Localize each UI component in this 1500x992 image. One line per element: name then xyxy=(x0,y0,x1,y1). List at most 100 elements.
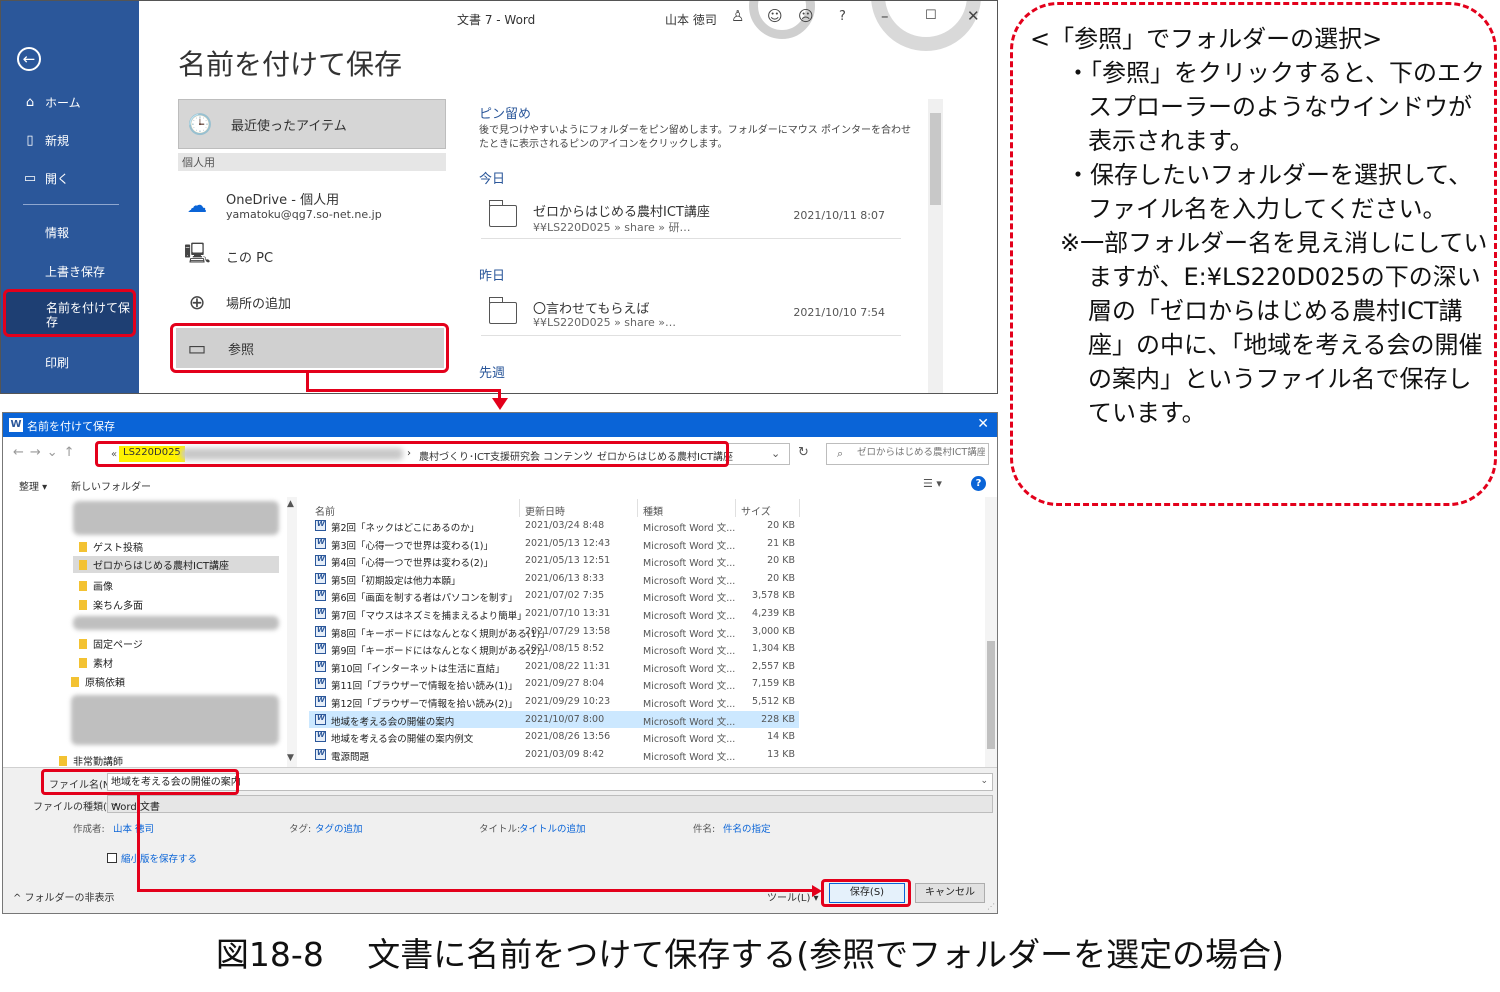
scroll-down-icon[interactable]: ▼ xyxy=(287,753,294,763)
file-list: 名前 更新日時 種類 サイズ 第2回「ネックはどこにあるのか」2021/03/2… xyxy=(309,497,989,767)
save-as-dialog: W 名前を付けて保存 ✕ ←→⌄↑ « LS220D025 › 農村づくり･IC… xyxy=(2,412,998,914)
file-row[interactable]: 第2回「ネックはどこにあるのか」2021/03/24 8:48Microsoft… xyxy=(309,517,799,535)
word-doc-icon xyxy=(315,608,326,619)
tags-value[interactable]: タグの追加 xyxy=(315,821,363,835)
file-row[interactable]: 第8回「キーボードにはなんとなく規則がある(1)」2021/07/29 13:5… xyxy=(309,623,799,641)
highlight-frame xyxy=(821,879,911,907)
file-row[interactable]: 第10回「インターネットは生活に直結」2021/08/22 11:31Micro… xyxy=(309,658,799,676)
scroll-up-icon[interactable]: ▲ xyxy=(287,499,294,509)
location-this-pc[interactable]: 🖳 この PC xyxy=(178,239,446,273)
nav-new[interactable]: ▯ 新規 xyxy=(23,132,69,149)
tree-item[interactable]: 素材 xyxy=(79,655,113,670)
word-doc-icon xyxy=(315,625,326,637)
search-box[interactable]: ⌕ xyxy=(826,443,989,465)
view-options-icon[interactable]: ☰ ▾ xyxy=(923,477,942,490)
chevron-down-icon[interactable]: ⌄ xyxy=(980,776,988,786)
maximize-icon[interactable]: ☐ xyxy=(925,8,937,23)
column-header-size[interactable]: サイズ xyxy=(741,503,771,518)
nav-print[interactable]: 印刷 xyxy=(45,354,69,371)
file-row[interactable]: 地域を考える会の開催の案内例文2021/08/26 13:56Microsoft… xyxy=(309,728,799,746)
title-value[interactable]: タイトルの追加 xyxy=(519,821,586,835)
scrollbar-thumb[interactable] xyxy=(930,113,941,205)
hide-folders-toggle[interactable]: ^ フォルダーの非表示 xyxy=(13,889,115,904)
user-name[interactable]: 山本 徳司 xyxy=(665,11,717,28)
open-folder-icon: ▭ xyxy=(23,171,37,186)
location-onedrive[interactable]: ☁ OneDrive - 個人用 yamatoku@qg7.so-net.ne.… xyxy=(178,183,446,227)
checkbox-box[interactable] xyxy=(107,853,117,863)
column-header-date[interactable]: 更新日時 xyxy=(525,503,565,518)
dialog-toolbar: 整理 ▾ 新しいフォルダー xyxy=(3,473,997,497)
scrollbar-thumb[interactable] xyxy=(987,641,995,749)
callout-note: ※一部フォルダー名を見え消しにしていますが、E:¥LS220D025の下の深い層… xyxy=(1060,229,1488,427)
tree-item[interactable]: 原稿依頼 xyxy=(71,674,125,689)
pinned-description: 後で見つけやすいようにフォルダーをピン留めします。フォルダーにマウス ポインター… xyxy=(479,125,911,150)
file-row[interactable]: 第4回「心得一つで世界は変わる(2)」2021/05/13 12:51Micro… xyxy=(309,552,799,570)
file-row[interactable]: 電源問題2021/03/09 8:42Microsoft Word 文...13… xyxy=(309,746,799,764)
search-icon: ⌕ xyxy=(837,447,844,460)
nav-open[interactable]: ▭ 開く xyxy=(23,170,69,187)
tree-scrollbar[interactable] xyxy=(287,497,297,767)
tree-item[interactable]: 画像 xyxy=(79,578,113,593)
close-icon[interactable]: ✕ xyxy=(977,416,989,432)
file-row-selected[interactable]: 地域を考える会の開催の案内2021/10/07 8:00Microsoft Wo… xyxy=(309,710,799,729)
location-recent[interactable]: 🕒 最近使ったアイテム xyxy=(178,99,446,149)
nav-save-as[interactable]: 名前を付けて保存 xyxy=(3,289,136,337)
nav-save[interactable]: 上書き保存 xyxy=(45,263,105,280)
frown-icon[interactable]: ☹ xyxy=(798,7,814,25)
file-row[interactable]: 第7回「マウスはネズミを捕まえるより簡単」2021/07/10 13:31Mic… xyxy=(309,605,799,623)
file-row[interactable]: 第11回「ブラウザーで情報を拾い読み(1)」2021/09/27 8:04Mic… xyxy=(309,675,799,693)
back-arrow-icon[interactable]: ← xyxy=(17,47,41,71)
filename-field[interactable]: ⌄ xyxy=(107,773,993,791)
help-icon[interactable]: ? xyxy=(839,9,846,24)
close-icon[interactable]: ✕ xyxy=(967,7,980,25)
minimize-icon[interactable]: – xyxy=(881,7,889,25)
folder-icon xyxy=(79,541,87,552)
nav-buttons[interactable]: ←→⌄↑ xyxy=(13,445,81,460)
column-header-type[interactable]: 種類 xyxy=(643,503,663,518)
group-last-week: 先週 xyxy=(479,366,506,381)
nav-home[interactable]: ⌂ ホーム xyxy=(23,94,81,111)
search-input[interactable] xyxy=(857,447,985,458)
save-thumbnail-checkbox[interactable]: 縮小版を保存する xyxy=(107,851,197,865)
file-row[interactable]: 第3回「心得一つで世界は変わる(1)」2021/05/13 12:43Micro… xyxy=(309,535,799,553)
folder-icon xyxy=(79,559,87,570)
section-header-personal: 個人用 xyxy=(178,153,446,171)
word-doc-icon xyxy=(315,572,326,584)
file-row[interactable]: 第9回「キーボードにはなんとなく規則がある(2)」2021/08/15 8:52… xyxy=(309,640,799,658)
tree-item[interactable]: 固定ページ xyxy=(79,636,143,651)
chevron-down-icon[interactable]: ⌄ xyxy=(111,798,988,809)
nav-info[interactable]: 情報 xyxy=(45,224,69,241)
file-row[interactable]: 第6回「画面を制する者はパソコンを制す」2021/07/02 7:35Micro… xyxy=(309,587,799,605)
chevron-down-icon[interactable]: ⌄ xyxy=(771,447,780,460)
tree-item-selected[interactable]: ゼロからはじめる農村ICT講座 xyxy=(73,556,279,573)
tree-item[interactable]: 非常勤講師 xyxy=(59,753,123,768)
highlight-frame xyxy=(170,323,449,373)
tree-item[interactable]: ゲスト投稿 xyxy=(79,539,143,554)
author-value[interactable]: 山本 徳司 xyxy=(113,821,154,835)
column-header-name[interactable]: 名前 xyxy=(315,503,335,518)
cancel-button[interactable]: キャンセル xyxy=(915,883,985,903)
file-row[interactable]: 第5回「初期設定は他力本願」2021/06/13 8:33Microsoft W… xyxy=(309,570,799,588)
smile-icon[interactable]: ☺ xyxy=(767,7,783,25)
help-icon[interactable]: ? xyxy=(971,476,986,491)
word-doc-icon xyxy=(315,678,326,690)
account-icon[interactable]: ♙ xyxy=(731,7,744,25)
word-doc-icon xyxy=(315,748,326,760)
globe-icon: ⊕ xyxy=(188,290,206,314)
refresh-icon[interactable]: ↻ xyxy=(798,445,809,460)
new-folder-button[interactable]: 新しいフォルダー xyxy=(71,478,151,493)
tree-item[interactable]: 楽ちん多面 xyxy=(79,597,143,612)
resize-grip-icon[interactable]: ⋰ xyxy=(987,902,995,911)
recent-folder-row[interactable]: 〇言わせてもらえば ¥¥LS220D025 » share »… 2021/10… xyxy=(481,294,901,336)
filename-input[interactable] xyxy=(111,775,981,786)
organize-button[interactable]: 整理 ▾ xyxy=(19,478,47,493)
filetype-select[interactable]: Word 文書 ⌄ xyxy=(107,795,993,813)
redacted-folder xyxy=(71,695,279,745)
file-row[interactable]: 第12回「ブラウザーで情報を拾い読み(2)」2021/09/29 10:23Mi… xyxy=(309,693,799,711)
author-label: 作成者: xyxy=(73,824,105,835)
subject-value[interactable]: 件名の指定 xyxy=(723,821,771,835)
recent-folder-row[interactable]: ゼロからはじめる農村ICT講座 ¥¥LS220D025 » share » 研…… xyxy=(481,197,901,239)
subject-label: 件名: xyxy=(693,824,716,835)
location-add-place[interactable]: ⊕ 場所の追加 xyxy=(178,285,446,319)
folder-icon xyxy=(79,657,87,668)
